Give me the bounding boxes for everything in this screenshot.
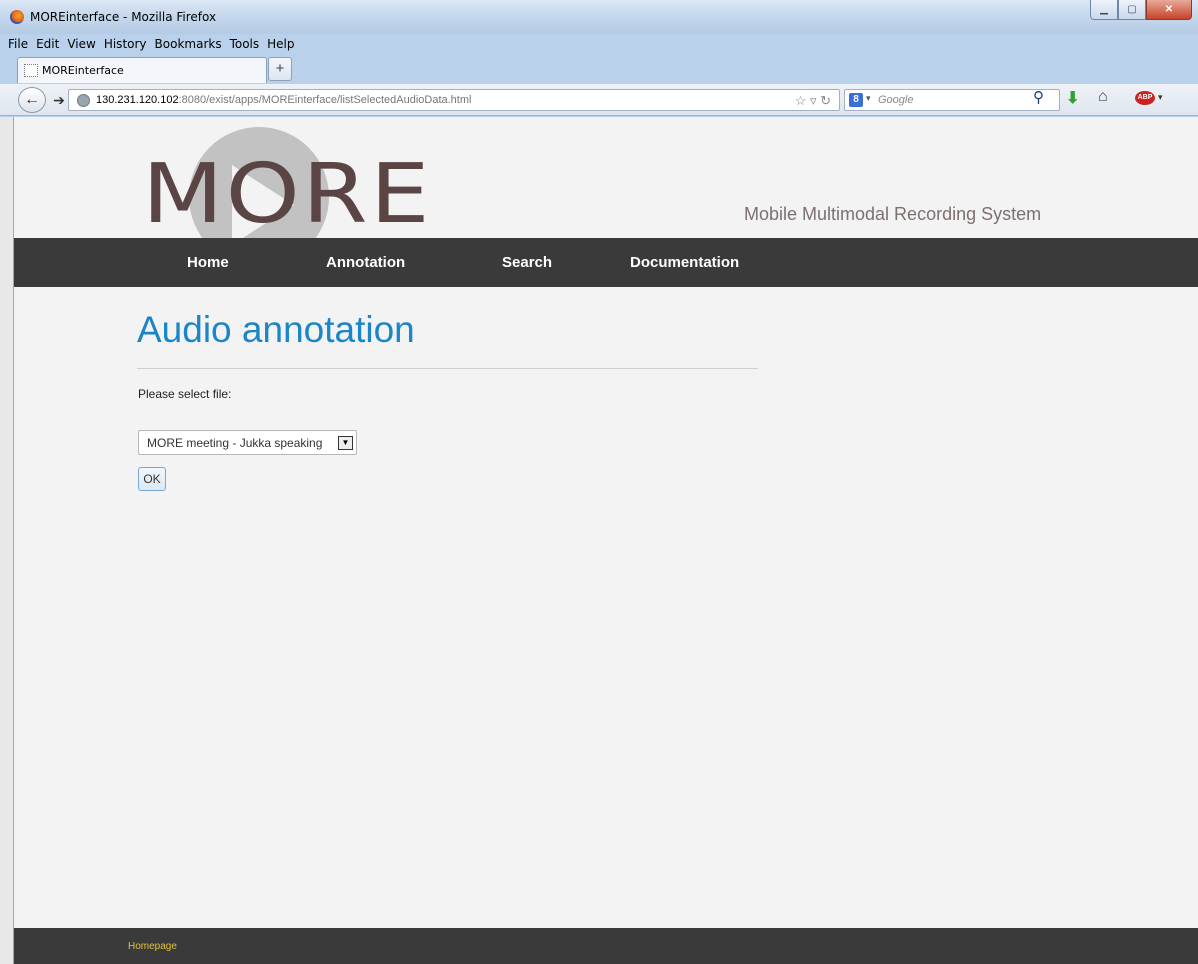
menu-edit[interactable]: Edit	[32, 34, 63, 54]
web-page: MORE Mobile Multimodal Recording System …	[14, 117, 1198, 964]
close-button[interactable]: ✕	[1146, 0, 1192, 20]
page-favicon-icon	[24, 64, 38, 77]
tab-title: MOREinterface	[42, 64, 124, 77]
new-tab-button[interactable]: +	[268, 57, 292, 81]
home-icon[interactable]: ⌂	[1098, 88, 1108, 106]
menu-bookmarks[interactable]: Bookmarks	[151, 34, 226, 54]
adblock-icon[interactable]: ABP	[1135, 91, 1155, 105]
maximize-button[interactable]: ▢	[1118, 0, 1146, 20]
ok-button[interactable]: OK	[138, 467, 166, 491]
search-icon[interactable]: ⚲	[1033, 88, 1044, 106]
bookmark-star-icon[interactable]: ☆ ▿ ↻	[795, 93, 831, 109]
footer-homepage-link[interactable]: Homepage	[128, 941, 177, 952]
site-logo[interactable]: MORE	[142, 147, 432, 242]
google-icon[interactable]: 8	[849, 93, 863, 107]
url-path: :8080/exist/apps/MOREinterface/listSelec…	[178, 94, 472, 106]
adblock-dropdown-icon[interactable]: ▾	[1158, 92, 1163, 103]
menu-history[interactable]: History	[100, 34, 151, 54]
window-controls: ▁ ▢ ✕	[1090, 0, 1192, 22]
forward-button[interactable]: ➔	[49, 90, 69, 110]
nav-home[interactable]: Home	[187, 254, 229, 271]
search-placeholder: Google	[878, 94, 914, 106]
menu-view[interactable]: View	[63, 34, 99, 54]
select-file-label: Please select file:	[138, 387, 232, 401]
tab-morinterface[interactable]: MOREinterface	[17, 57, 267, 83]
window-titlebar: MOREinterface - Mozilla Firefox ▁ ▢ ✕	[0, 0, 1198, 34]
url-text[interactable]: 130.231.120.102:8080/exist/apps/MOREinte…	[96, 94, 471, 106]
back-button[interactable]: ←	[18, 87, 46, 113]
firefox-icon	[10, 10, 24, 24]
menu-bar: File Edit View History Bookmarks Tools H…	[0, 34, 1198, 54]
tab-bar: MOREinterface +	[0, 54, 1198, 84]
chevron-down-icon[interactable]: ▼	[338, 436, 353, 450]
globe-icon	[77, 94, 90, 107]
file-select[interactable]: MORE meeting - Jukka speaking ▼	[138, 430, 357, 455]
navigation-toolbar: ← ➔ 130.231.120.102:8080/exist/apps/MORE…	[0, 84, 1198, 116]
address-bar[interactable]: 130.231.120.102:8080/exist/apps/MOREinte…	[68, 89, 840, 111]
menu-help[interactable]: Help	[263, 34, 298, 54]
window-title: MOREinterface - Mozilla Firefox	[30, 10, 217, 24]
engine-dropdown-icon[interactable]: ▾	[866, 93, 871, 104]
nav-annotation[interactable]: Annotation	[326, 254, 405, 271]
site-footer: Homepage	[14, 928, 1198, 964]
divider	[137, 368, 758, 369]
site-nav: Home Annotation Search Documentation	[14, 238, 1198, 287]
download-icon[interactable]: ⬇	[1066, 88, 1079, 108]
menu-tools[interactable]: Tools	[226, 34, 264, 54]
search-bar[interactable]: 8 ▾ Google	[844, 89, 1060, 111]
url-host: 130.231.120.102	[96, 94, 179, 106]
window-left-border	[0, 117, 14, 964]
menu-file[interactable]: File	[4, 34, 32, 54]
nav-search[interactable]: Search	[502, 254, 552, 271]
nav-documentation[interactable]: Documentation	[630, 254, 739, 271]
minimize-button[interactable]: ▁	[1090, 0, 1118, 20]
page-title: Audio annotation	[137, 309, 415, 350]
site-tagline: Mobile Multimodal Recording System	[744, 204, 1042, 224]
file-select-value: MORE meeting - Jukka speaking	[147, 436, 323, 450]
